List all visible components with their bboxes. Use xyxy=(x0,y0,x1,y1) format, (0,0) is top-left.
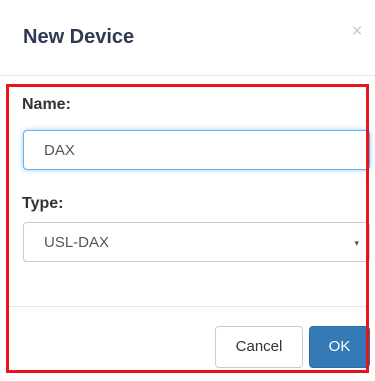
type-selected-value: USL-DAX xyxy=(44,234,110,251)
ok-button[interactable]: OK xyxy=(309,326,370,368)
dialog-header: New Device × xyxy=(0,0,375,76)
dialog-title: New Device xyxy=(23,26,135,48)
header-divider xyxy=(0,75,375,76)
type-label: Type: xyxy=(22,195,64,212)
name-input[interactable] xyxy=(23,130,370,170)
chevron-down-icon: ▾ xyxy=(354,238,359,248)
type-select[interactable]: USL-DAX ▾ xyxy=(23,222,370,262)
cancel-button[interactable]: Cancel xyxy=(215,326,303,368)
new-device-dialog: New Device × Name: Type: USL-DAX ▾ Cance… xyxy=(0,0,375,381)
name-label: Name: xyxy=(22,96,71,113)
close-icon[interactable]: × xyxy=(347,22,367,42)
footer-divider xyxy=(9,306,366,307)
